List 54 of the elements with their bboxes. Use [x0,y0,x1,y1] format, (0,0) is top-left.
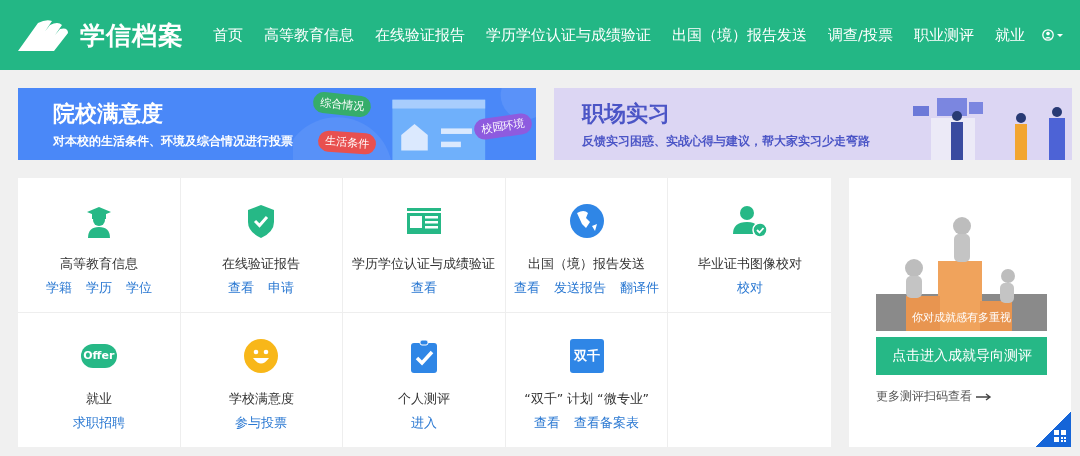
service-title: 在线验证报告 [222,256,301,273]
user-check-icon [732,204,767,238]
banner-title: 院校满意度 [53,100,164,128]
nav-link[interactable]: 首页 [213,25,243,45]
service-link[interactable]: 学位 [125,280,152,297]
service-link[interactable]: 查看备案表 [574,414,640,432]
service-link[interactable]: 查看 [228,280,255,297]
nav-link[interactable]: 就业 [994,25,1025,45]
service-link[interactable]: 校对 [736,280,763,297]
service-link[interactable]: 进入 [411,414,437,432]
brand-name: 学信档案 [80,19,184,52]
id-card-icon [407,208,441,234]
globe-icon [569,204,604,238]
user-menu-button[interactable] [1040,27,1066,43]
nav-link[interactable]: 职业测评 [913,25,974,45]
banner[interactable]: 院校满意度 对本校的生活条件、环境及综合情况进行投票 综合情况 生活条件 校园环境 [18,88,536,160]
nav-link[interactable]: 学历学位认证与成绩验证 [486,25,651,45]
service-link[interactable]: 查看 [514,280,541,297]
qr-code-icon [1054,430,1066,442]
service-link[interactable]: 申请 [268,280,295,297]
service-link[interactable]: 发送报告 [554,280,607,297]
banner-subtitle: 反馈实习困惑、实战心得与建议，帮大家实习少走弯路 [582,134,870,149]
service-title: 学校满意度 [228,390,294,408]
app-icon: 双千 [569,338,604,373]
service-title: 个人测评 [398,390,450,408]
nav-link[interactable]: 在线验证报告 [375,25,465,45]
arrow-right-icon [976,392,992,401]
banner-tag: 综合情况 [312,91,372,118]
service-title: 就业 [85,390,112,408]
service-link[interactable]: 查看 [534,414,561,432]
service-link[interactable]: 翻译件 [620,280,660,297]
user-icon [1042,29,1064,41]
nav-link[interactable]: 高等教育信息 [264,25,354,45]
service-link[interactable]: 查看 [411,280,437,297]
banner[interactable]: 职场实习 反馈实习困惑、实战心得与建议，帮大家实习少走弯路 [554,88,1072,160]
nav-link[interactable]: 调查/投票 [828,25,893,45]
service-title: 学历学位认证与成绩验证 [352,256,496,273]
banner-title: 职场实习 [582,100,671,128]
service-title: 高等教育信息 [59,256,138,273]
service-title: 出国（境）报告发送 [528,256,646,273]
service-title: “双千” 计划 “微专业” [524,390,649,408]
nav-link[interactable]: 出国（境）报告发送 [672,25,807,45]
banner-subtitle: 对本校的生活条件、环境及综合情况进行投票 [53,134,293,149]
start-test-button[interactable]: 点击进入成就导向测评 [876,337,1047,375]
logo-icon [16,17,70,53]
service-link[interactable]: 学历 [85,280,112,297]
offer-badge-icon: Offer [80,343,117,368]
service-title: 毕业证书图像校对 [697,256,802,273]
smiley-icon [244,338,279,373]
more-tests-text: 更多测评扫码查看 [876,388,972,405]
service-link[interactable]: 求职招聘 [72,414,125,432]
picture-caption: 你对成就感有多重视 [912,310,1011,325]
service-link[interactable]: 参与投票 [235,414,288,432]
service-link[interactable]: 学籍 [45,280,72,297]
